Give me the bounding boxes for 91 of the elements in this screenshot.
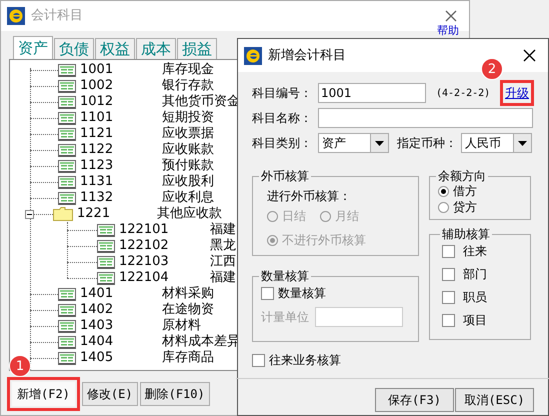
checkbox-label: 往来业务核算 [269,352,341,368]
account-name: 银行存款 [162,78,214,94]
account-name: 其他应收款 [157,206,222,222]
account-name: 福建 [210,270,236,286]
field-label: 指定币种： [397,135,457,152]
tab[interactable]: 损益 [177,38,217,59]
group-title: 外币核算 [259,169,311,183]
toolbar-button[interactable]: 修改(E) [82,382,138,406]
account-code: 122102 [119,238,170,254]
account-name-field[interactable] [318,108,533,128]
tab[interactable]: 权益 [95,38,135,59]
tab[interactable]: 资产 [13,36,53,59]
radio-button[interactable] [438,202,449,212]
checkbox-label: 项目 [463,312,487,328]
option-label: 借方 [453,183,477,199]
account-code: 1123 [80,158,114,174]
account-name: 材料采购 [162,286,214,302]
account-code: 1403 [80,318,114,334]
checkbox[interactable] [442,314,455,326]
account-code: 1012 [80,94,114,110]
option-label: 不进行外币核算 [282,232,366,248]
field-label: 计量单位 [261,309,309,326]
account-code: 122104 [119,270,170,286]
option-label: 贷方 [453,199,477,215]
checkbox[interactable] [442,244,455,258]
dropdown-arrow-icon [375,140,384,146]
account-code: 1404 [80,334,114,350]
field-label: 科目编号： [252,85,313,102]
dialog-title: 新增会计科目 [268,46,346,65]
account-name: 应收利息 [162,190,214,206]
collapse-toggle[interactable] [25,210,34,218]
app-logo-icon [7,7,25,25]
account-code: 122101 [119,222,170,238]
account-code: 1121 [80,126,114,142]
account-code: 1122 [80,142,114,158]
format-hint: (4-2-2-2) [436,86,490,100]
checkbox-label: 部门 [463,266,487,282]
account-name: 江西 [210,254,236,270]
account-code-field[interactable]: 1001 [318,83,426,103]
account-code: 122103 [119,254,170,270]
account-name: 应收股利 [162,174,214,190]
account-name: 原材料 [162,318,201,334]
group-title: 辅助核算 [440,227,492,241]
account-code: 1401 [80,286,114,302]
group-title: 余额方向 [436,169,488,183]
dialog-button[interactable]: 取消(ESC) [455,388,534,412]
currency-dropdown[interactable]: 人民币 [461,133,532,153]
checkbox-label: 往来 [463,243,487,259]
account-name: 预付账款 [162,158,214,174]
account-code: 1402 [80,302,114,318]
help-link[interactable]: 帮助 [437,25,459,37]
radio-button[interactable] [438,186,449,196]
toolbar-button[interactable]: 删除(F10) [140,382,210,406]
app-logo-icon [244,46,262,64]
checkbox-label: 数量核算 [278,285,326,301]
account-code: 1101 [80,110,114,126]
account-name: 短期投资 [162,110,214,126]
account-code: 1132 [80,190,114,206]
group-title: 数量核算 [259,269,311,283]
account-code: 1405 [80,350,114,366]
window-title: 会计科目 [31,7,83,26]
checkbox[interactable] [442,290,455,304]
group-prompt: 进行外币核算： [267,188,352,205]
option-label: 日结 [282,208,306,224]
account-name: 福建 [210,222,236,238]
toolbar-button[interactable]: 新增(F2) [12,382,75,406]
folder-icon [53,207,73,221]
account-name: 应收票据 [162,126,214,142]
account-code: 1002 [80,78,114,94]
account-name: 在途物资 [162,302,214,318]
account-code: 1221 [77,206,112,222]
tab[interactable]: 负债 [54,38,94,59]
option-label: 月结 [335,208,359,224]
dropdown-arrow-icon [518,140,527,146]
tab[interactable]: 成本 [136,38,176,59]
checkbox[interactable] [442,268,455,280]
upgrade-link[interactable]: 升级 [505,85,529,101]
checkbox[interactable] [252,354,265,366]
checkbox-label: 职员 [463,289,487,305]
field-label: 科目类别： [252,135,313,152]
close-icon[interactable] [523,49,536,62]
dialog-button[interactable]: 保存(F3) [375,388,454,412]
checkbox[interactable] [261,286,274,300]
account-name: 黑龙 [210,238,236,254]
category-dropdown[interactable]: 资产 [318,133,389,153]
account-name: 库存商品 [162,350,214,366]
field-label: 科目名称： [252,110,313,127]
account-name: 库存现金 [162,62,214,78]
account-code: 1001 [80,62,114,78]
account-code: 1131 [80,174,114,190]
account-name: 应收账款 [162,142,214,158]
